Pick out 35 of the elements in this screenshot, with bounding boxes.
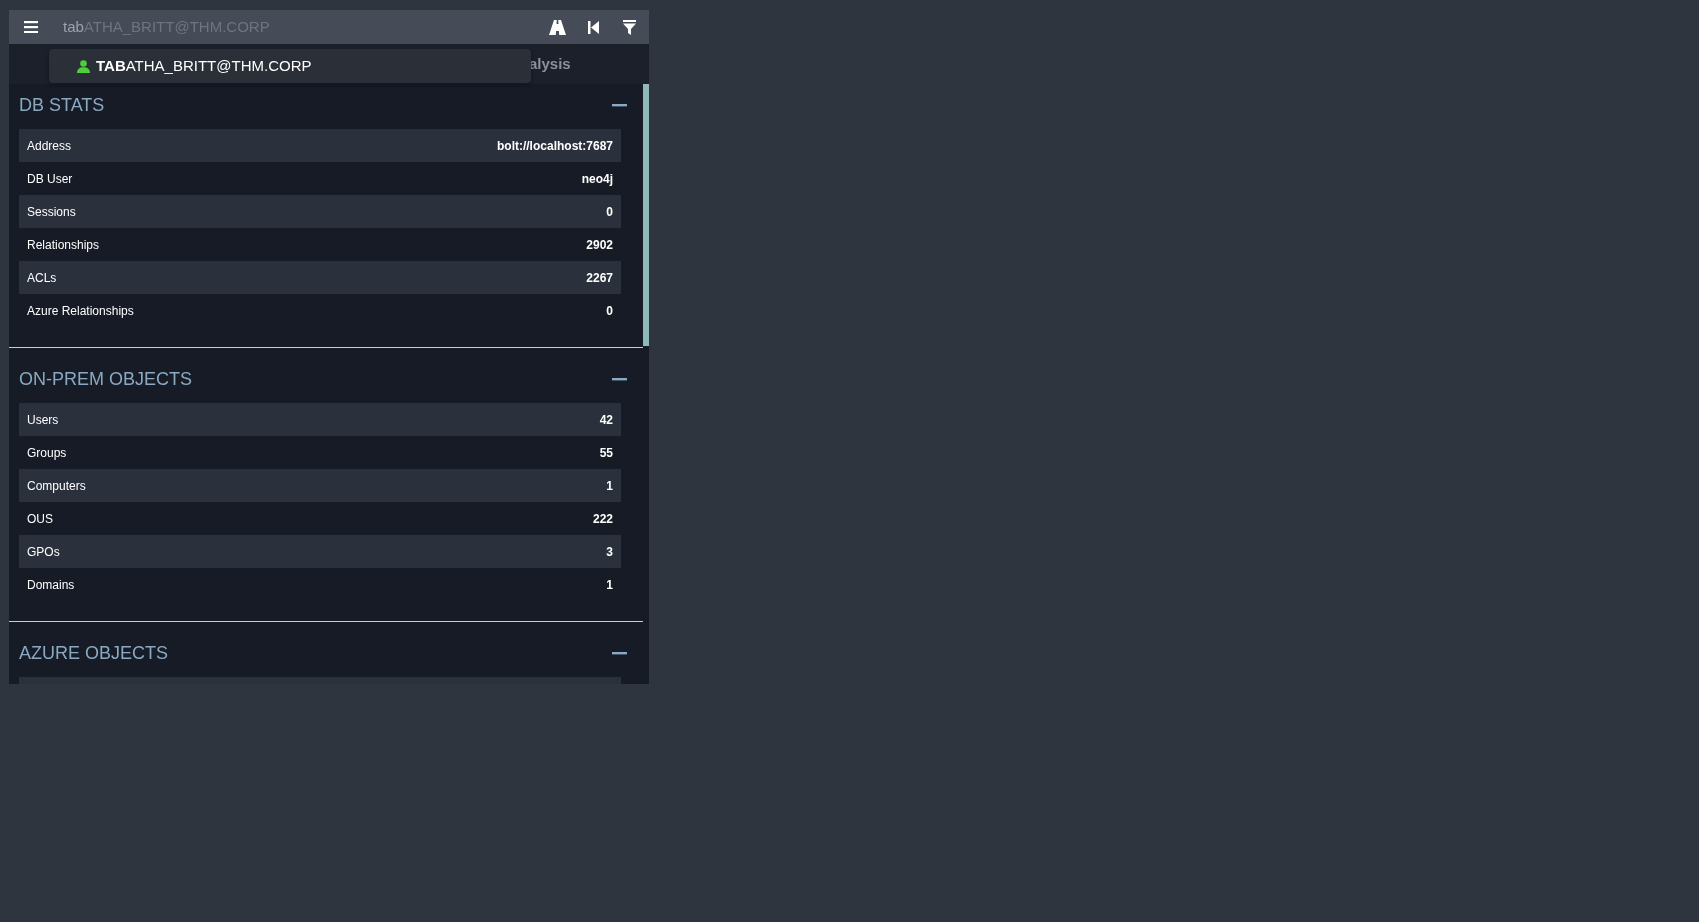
section-title: AZURE OBJECTS <box>19 641 169 665</box>
stat-value: 1 <box>606 477 613 495</box>
stat-value: 42 <box>599 411 613 429</box>
stat-value: 2902 <box>586 236 613 254</box>
minus-icon <box>611 377 627 381</box>
stat-label: Sessions <box>27 203 76 221</box>
stat-value: 222 <box>592 510 613 528</box>
stat-value: bolt://localhost:7687 <box>496 137 613 155</box>
stat-value: 0 <box>606 302 613 320</box>
stat-value: 1 <box>606 576 613 594</box>
stat-label: OUS <box>27 510 53 528</box>
stat-label: Users <box>27 411 59 429</box>
section-title: DB STATS <box>19 93 105 117</box>
suggestion-item[interactable]: TABATHA_BRITT@THM.CORP <box>77 54 312 78</box>
stat-label: Computers <box>27 477 86 495</box>
stat-label: Domains <box>27 576 75 594</box>
scrollbar-thumb[interactable] <box>643 84 649 346</box>
stat-label: Groups <box>27 444 67 462</box>
stat-label: Azure Relationships <box>27 302 134 320</box>
stat-label: DB User <box>27 170 73 188</box>
user-icon <box>77 59 90 73</box>
road-icon[interactable] <box>547 17 567 37</box>
minus-icon <box>611 651 627 655</box>
stat-value: 0 <box>606 203 613 221</box>
stat-label: ACLs <box>27 269 57 287</box>
stat-value: 3 <box>606 543 613 561</box>
minus-icon <box>611 103 627 107</box>
section-title: ON-PREM OBJECTS <box>19 367 192 391</box>
tab[interactable]: alysis <box>529 52 571 76</box>
stat-label: Address <box>27 137 72 155</box>
stat-value: 2267 <box>586 269 613 287</box>
stat-value: neo4j <box>581 170 613 188</box>
stat-value: 55 <box>599 444 613 462</box>
stat-label: GPOs <box>27 543 60 561</box>
stat-label: Relationships <box>27 236 100 254</box>
